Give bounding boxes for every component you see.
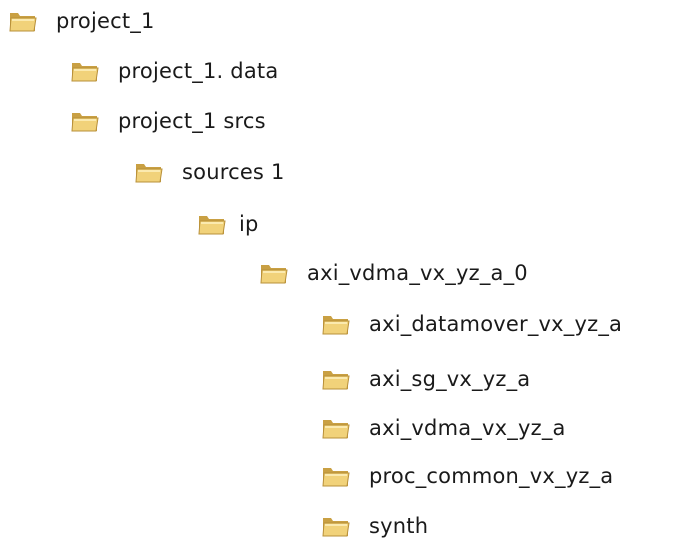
folder-icon [321,366,351,392]
folder-icon [70,108,100,134]
tree-item-label: project_1. data [118,59,279,83]
folder-icon [259,260,289,286]
tree-item-label: axi_vdma_vx_yz_a_0 [307,261,528,285]
tree-item-axi-vdma-vx-yz-a[interactable]: axi_vdma_vx_yz_a [321,413,566,443]
tree-item-label: axi_datamover_vx_yz_a [369,312,623,336]
tree-item-synth[interactable]: synth [321,511,428,541]
tree-item-axi-sg-vx-yz-a[interactable]: axi_sg_vx_yz_a [321,364,530,394]
tree-item-label: axi_sg_vx_yz_a [369,367,531,391]
folder-icon [134,159,164,185]
tree-item-label: axi_vdma_vx_yz_a [369,416,566,440]
folder-icon [70,58,100,84]
tree-item-proc-common-vx-yz-a[interactable]: proc_common_vx_yz_a [321,461,613,491]
tree-item-label: project_1 srcs [118,109,266,133]
tree-item-label: proc_common_vx_yz_a [369,464,614,488]
folder-icon [321,513,351,539]
tree-item-label: project_1 [56,9,155,33]
tree-item-sources-1[interactable]: sources 1 [134,157,285,187]
folder-icon [321,463,351,489]
tree-item-label: ip [239,212,259,236]
folder-icon [197,211,227,237]
tree-item-label: sources 1 [182,160,285,184]
folder-icon [321,311,351,337]
tree-item-axi-datamover-vx-yz-a[interactable]: axi_datamover_vx_yz_a [321,309,622,339]
tree-item-axi-vdma-vx-yz-a-0[interactable]: axi_vdma_vx_yz_a_0 [259,258,528,288]
folder-tree: project_1 project_1. data project_1 srcs… [0,0,681,542]
folder-icon [8,8,38,34]
tree-item-project-1-srcs[interactable]: project_1 srcs [70,106,266,136]
tree-item-ip[interactable]: ip [197,209,259,239]
tree-item-project-1[interactable]: project_1 [8,6,155,36]
tree-item-project-1-data[interactable]: project_1. data [70,56,278,86]
tree-item-label: synth [369,514,429,538]
folder-icon [321,415,351,441]
